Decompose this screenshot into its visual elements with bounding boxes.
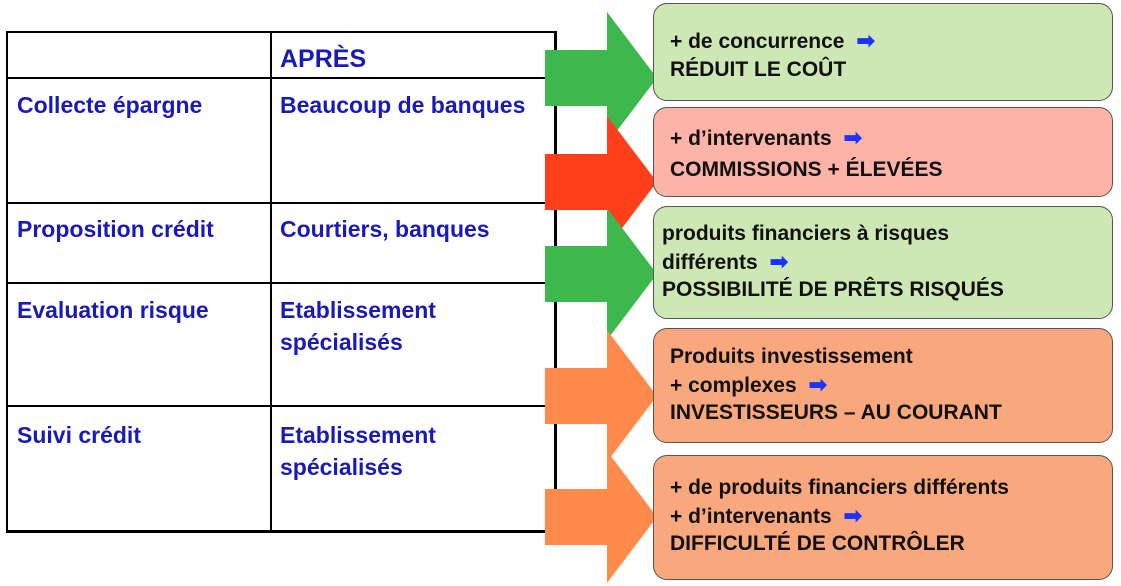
row-label-proposition: Proposition crédit <box>17 216 214 242</box>
box-line-text: différents <box>662 251 758 274</box>
row-value-suivi-1: Etablissement <box>280 422 436 448</box>
consequence-box-investissement: document.currentScript.parentElement.sty… <box>653 328 1113 443</box>
box-line: RÉDUIT LE COÛT <box>670 58 1112 82</box>
box-line-text: Produits investissement <box>670 345 913 368</box>
box-line-text: + d’intervenants <box>670 505 832 528</box>
box-line-text: + de produits financiers différents <box>670 476 1009 499</box>
comparison-table: APRÈS Collecte épargne Beaucoup de banqu… <box>6 31 557 533</box>
box-line-text: produits financiers à risques <box>662 222 950 245</box>
row-value-evaluation-2: spécialisés <box>280 329 403 355</box>
box-line-text: + de concurrence <box>670 30 845 53</box>
consequence-box-concurrence: document.currentScript.parentElement.sty… <box>653 3 1113 101</box>
row-value-collecte: Beaucoup de banques <box>280 92 526 118</box>
right-arrow-icon: ➡ <box>843 125 863 150</box>
box-line: Produits investissement <box>670 345 1112 369</box>
row-label-suivi: Suivi crédit <box>17 422 141 448</box>
box-line-text: DIFFICULTÉ DE CONTRÔLER <box>670 532 965 555</box>
box-line: POSSIBILITÉ DE PRÊTS RISQUÉS <box>662 278 1112 302</box>
arrow-shape <box>545 330 657 462</box>
box-line-text: POSSIBILITÉ DE PRÊTS RISQUÉS <box>662 278 1004 301</box>
box-line-text: COMMISSIONS + ÉLEVÉES <box>670 158 943 181</box>
right-arrow-icon: ➡ <box>856 28 875 53</box>
box-line: + de produits financiers différents <box>670 476 1112 500</box>
box-line: + d’intervenants ➡ <box>670 503 1112 529</box>
consequence-box-risques: document.currentScript.parentElement.sty… <box>653 206 1113 319</box>
box-line: produits financiers à risques <box>662 222 1112 246</box>
box-line: INVESTISSEURS – AU COURANT <box>670 401 1112 425</box>
box-line: + complexes ➡ <box>670 372 1112 398</box>
row-value-evaluation-1: Etablissement <box>280 297 436 323</box>
right-arrow-icon: ➡ <box>808 372 828 397</box>
right-arrow-icon: ➡ <box>769 249 789 274</box>
arrow-shape <box>545 451 657 583</box>
consequence-box-intervenants: document.currentScript.parentElement.sty… <box>653 107 1113 197</box>
orange-arrow-icon <box>545 451 657 583</box>
box-line-text: RÉDUIT LE COÛT <box>670 58 847 81</box>
row-value-proposition: Courtiers, banques <box>280 216 490 242</box>
box-line-text: + d’intervenants <box>670 127 832 150</box>
table-row-divider <box>8 202 554 204</box>
table-row-divider <box>8 405 554 407</box>
table-row-divider <box>8 77 554 79</box>
box-line: + d’intervenants ➡ <box>670 125 1112 151</box>
row-label-evaluation: Evaluation risque <box>17 297 209 323</box>
box-line: DIFFICULTÉ DE CONTRÔLER <box>670 532 1112 556</box>
table-row-divider <box>8 282 554 284</box>
box-line-text: INVESTISSEURS – AU COURANT <box>670 401 1002 424</box>
arrow-shape <box>545 208 657 340</box>
right-arrow-icon: ➡ <box>843 503 863 528</box>
row-value-suivi-2: spécialisés <box>280 454 403 480</box>
row-label-collecte: Collecte épargne <box>17 92 203 118</box>
box-line: COMMISSIONS + ÉLEVÉES <box>670 158 1112 182</box>
box-line: différents ➡ <box>662 249 1112 275</box>
green-arrow-icon <box>545 208 657 340</box>
box-line-text: + complexes <box>670 374 797 397</box>
orange-arrow-icon <box>545 330 657 462</box>
consequence-box-controler: document.currentScript.parentElement.sty… <box>653 455 1113 580</box>
table-header-apres: APRÈS <box>280 45 367 73</box>
box-line: + de concurrence ➡ <box>670 28 1112 54</box>
